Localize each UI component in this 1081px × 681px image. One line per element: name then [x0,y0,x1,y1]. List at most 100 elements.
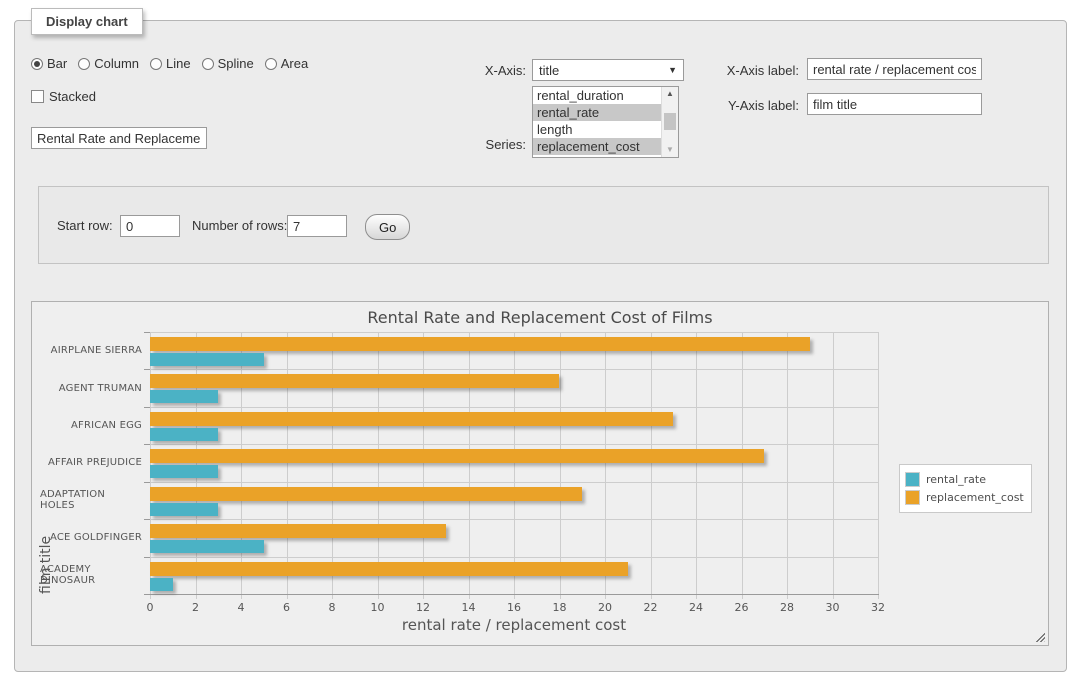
gridline [651,332,652,599]
chart-type-option-label: Spline [218,56,254,71]
gridline [696,332,697,599]
y-axis-tick [144,519,150,520]
bar-replacement_cost [150,374,559,388]
category-label: AFRICAN EGG [40,407,142,444]
x-tick-label: 12 [408,601,438,614]
chart-legend: rental_rate replacement_cost [899,464,1032,513]
gridline [469,332,470,599]
bar-rental_rate [150,428,218,441]
x-tick-label: 24 [681,601,711,614]
series-scrollbar[interactable]: ▲ ▼ [661,87,678,157]
y-axis-tick [144,407,150,408]
radio-icon [150,58,162,70]
x-tick-label: 26 [727,601,757,614]
chart-type-option-label: Bar [47,56,67,71]
chart-type-option-label: Column [94,56,139,71]
stacked-label: Stacked [49,89,96,104]
x-axis-select[interactable]: title ▼ [532,59,684,81]
gridline [878,332,879,599]
bar-replacement_cost [150,524,446,538]
chart-type-option-label: Line [166,56,191,71]
legend-label: rental_rate [920,473,986,486]
chart-title-input[interactable] [31,127,207,149]
x-tick-label: 22 [636,601,666,614]
gridline [423,332,424,599]
radio-icon [265,58,277,70]
gridline [150,482,878,483]
gridline [241,332,242,599]
gridline [742,332,743,599]
bar-rental_rate [150,390,218,403]
category-label: AFFAIR PREJUDICE [40,444,142,481]
gridline [150,444,878,445]
series-option-replacement_cost[interactable]: replacement_cost [533,138,678,155]
bar-replacement_cost [150,562,628,576]
gridline [378,332,379,599]
gridline [332,332,333,599]
scrollbar-thumb[interactable] [664,113,676,130]
x-tick-label: 16 [499,601,529,614]
radio-icon [31,58,43,70]
stacked-checkbox[interactable] [31,90,44,103]
chart-type-option-line[interactable]: Line [150,56,191,71]
series-select-label: Series: [455,137,526,152]
category-label: ACADEMY DINOSAUR [40,557,142,594]
chart-x-axis-title: rental rate / replacement cost [150,616,878,634]
category-label: ACE GOLDFINGER [40,519,142,556]
go-button[interactable]: Go [365,214,410,240]
chart-type-option-bar[interactable]: Bar [31,56,67,71]
category-label: AGENT TRUMAN [40,369,142,406]
radio-icon [202,58,214,70]
start-row-label: Start row: [57,218,113,233]
gridline [833,332,834,599]
x-tick-label: 6 [272,601,302,614]
chart-type-option-area[interactable]: Area [265,56,308,71]
y-axis-tick [144,444,150,445]
x-tick-label: 0 [135,601,165,614]
bar-rental_rate [150,578,173,591]
bar-replacement_cost [150,487,582,501]
bar-rental_rate [150,465,218,478]
y-axis-tick [144,557,150,558]
x-tick-label: 28 [772,601,802,614]
gridline [605,332,606,599]
scrollbar-down-icon[interactable]: ▼ [662,143,678,157]
gridline [150,519,878,520]
panel-legend: Display chart [31,8,143,35]
series-option-rental_duration[interactable]: rental_duration [533,87,678,104]
series-listbox[interactable]: rental_durationrental_ratelengthreplacem… [532,86,679,158]
chart-resize-handle[interactable] [1034,631,1045,642]
bar-replacement_cost [150,337,810,351]
legend-label: replacement_cost [920,491,1024,504]
chart-title: Rental Rate and Replacement Cost of Film… [32,308,1048,327]
y-axis-tick [144,332,150,333]
chart-type-option-column[interactable]: Column [78,56,139,71]
x-tick-label: 18 [545,601,575,614]
chart-type-option-spline[interactable]: Spline [202,56,254,71]
x-axis-line [144,594,879,595]
x-tick-label: 8 [317,601,347,614]
category-label: AIRPLANE SIERRA [40,332,142,369]
bar-replacement_cost [150,449,764,463]
gridline [287,332,288,599]
gridline [514,332,515,599]
start-row-input[interactable] [120,215,180,237]
x-axis-selected-value: title [539,63,559,78]
scrollbar-up-icon[interactable]: ▲ [662,87,678,101]
x-tick-label: 32 [863,601,893,614]
x-axis-select-label: X-Axis: [455,63,526,78]
number-of-rows-label: Number of rows: [192,218,287,233]
y-axis-tick [144,369,150,370]
x-tick-label: 4 [226,601,256,614]
gridline [150,407,878,408]
x-axis-label-input[interactable] [807,58,982,80]
number-of-rows-input[interactable] [287,215,347,237]
dropdown-arrow-icon: ▼ [668,65,677,75]
series-option-rental_rate[interactable]: rental_rate [533,104,678,121]
y-axis-label-input[interactable] [807,93,982,115]
row-range-panel: Start row: Number of rows: Go [38,186,1049,264]
legend-swatch [905,472,920,487]
series-option-length[interactable]: length [533,121,678,138]
bar-rental_rate [150,540,264,553]
stacked-checkbox-row[interactable]: Stacked [31,89,96,104]
